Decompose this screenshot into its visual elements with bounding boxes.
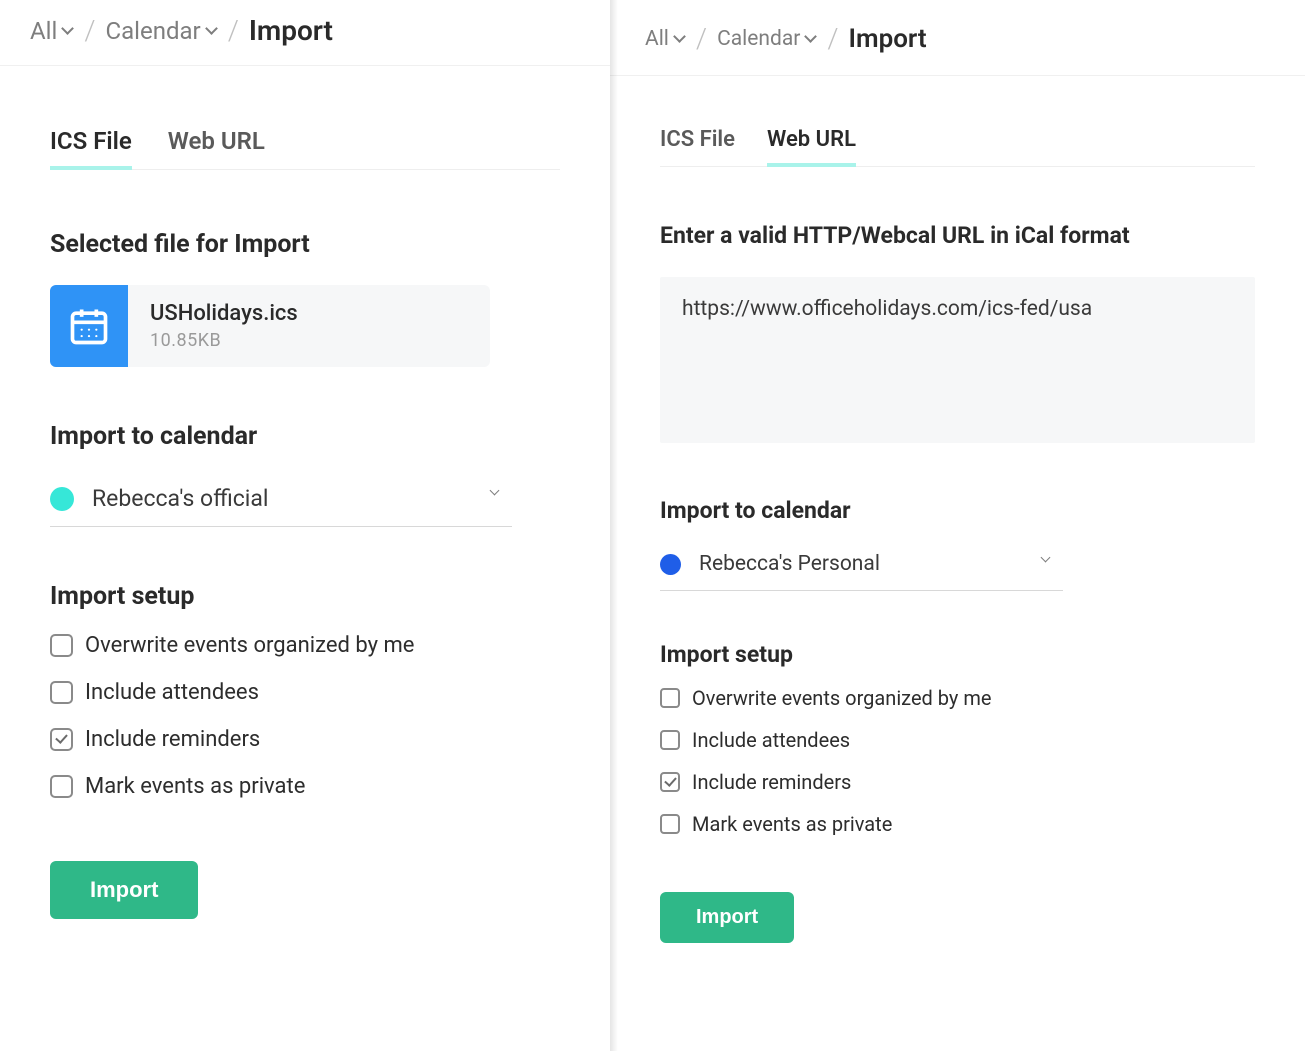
file-size: 10.85KB xyxy=(150,330,298,351)
option-label: Include reminders xyxy=(692,770,851,794)
option-label: Include attendees xyxy=(692,728,850,752)
breadcrumb-separator: / xyxy=(228,14,239,47)
calendar-select-label: Rebecca's official xyxy=(92,485,269,512)
option-private[interactable]: Mark events as private xyxy=(50,774,560,799)
import-setup-options: Overwrite events organized by me Include… xyxy=(50,633,560,799)
chevron-down-icon xyxy=(806,34,817,45)
tab-web-url[interactable]: Web URL xyxy=(767,121,856,166)
import-button[interactable]: Import xyxy=(660,892,794,943)
breadcrumb-current: Import xyxy=(249,14,333,47)
pane-divider-shadow xyxy=(610,0,618,1051)
option-reminders[interactable]: Include reminders xyxy=(50,727,560,752)
breadcrumb-root[interactable]: All xyxy=(30,17,74,45)
chevron-down-icon xyxy=(63,26,74,37)
tab-ics-file[interactable]: ICS File xyxy=(660,121,735,166)
breadcrumb-separator: / xyxy=(84,14,95,47)
webcal-url-input[interactable] xyxy=(660,277,1255,443)
breadcrumb-section[interactable]: Calendar xyxy=(717,27,817,51)
option-private[interactable]: Mark events as private xyxy=(660,812,1255,836)
option-label: Overwrite events organized by me xyxy=(85,633,414,658)
option-label: Include reminders xyxy=(85,727,260,752)
chevron-down-icon xyxy=(1042,556,1053,567)
calendar-select[interactable]: Rebecca's official xyxy=(50,479,512,527)
chevron-down-icon xyxy=(675,34,686,45)
import-pane-weburl: All / Calendar / Import ICS File Web URL… xyxy=(610,0,1305,1051)
import-tabs: ICS File Web URL xyxy=(50,121,560,170)
option-overwrite[interactable]: Overwrite events organized by me xyxy=(50,633,560,658)
import-tabs: ICS File Web URL xyxy=(660,121,1255,167)
import-to-calendar-heading: Import to calendar xyxy=(50,422,560,451)
option-label: Include attendees xyxy=(85,680,259,705)
breadcrumb-current: Import xyxy=(849,24,927,54)
breadcrumb-section-label: Calendar xyxy=(717,27,800,51)
breadcrumb-root[interactable]: All xyxy=(645,27,686,51)
import-pane-ics: All / Calendar / Import ICS File Web URL… xyxy=(0,0,610,1051)
checkbox-icon xyxy=(660,688,680,708)
selected-file-heading: Selected file for Import xyxy=(50,230,560,259)
calendar-color-dot xyxy=(660,554,681,575)
breadcrumb-section[interactable]: Calendar xyxy=(105,17,217,45)
import-button[interactable]: Import xyxy=(50,861,198,919)
breadcrumb-root-label: All xyxy=(645,27,669,51)
import-setup-options: Overwrite events organized by me Include… xyxy=(660,686,1255,836)
breadcrumb-separator: / xyxy=(827,22,838,55)
checkbox-icon xyxy=(50,728,73,751)
tab-ics-file[interactable]: ICS File xyxy=(50,121,132,169)
checkbox-icon xyxy=(50,775,73,798)
import-setup-heading: Import setup xyxy=(660,641,1255,668)
selected-file-row[interactable]: USHolidays.ics 10.85KB xyxy=(50,285,490,367)
import-to-calendar-heading: Import to calendar xyxy=(660,497,1255,524)
chevron-down-icon xyxy=(491,489,502,500)
calendar-select[interactable]: Rebecca's Personal xyxy=(660,546,1063,591)
checkbox-icon xyxy=(660,772,680,792)
option-label: Mark events as private xyxy=(85,774,305,799)
breadcrumb-separator: / xyxy=(696,22,707,55)
checkbox-icon xyxy=(50,634,73,657)
calendar-select-label: Rebecca's Personal xyxy=(699,552,880,576)
option-reminders[interactable]: Include reminders xyxy=(660,770,1255,794)
option-attendees[interactable]: Include attendees xyxy=(50,680,560,705)
file-name: USHolidays.ics xyxy=(150,301,298,326)
option-overwrite[interactable]: Overwrite events organized by me xyxy=(660,686,1255,710)
checkbox-icon xyxy=(50,681,73,704)
breadcrumb-root-label: All xyxy=(30,17,57,45)
chevron-down-icon xyxy=(207,26,218,37)
breadcrumb: All / Calendar / Import xyxy=(610,0,1305,76)
calendar-file-icon xyxy=(50,285,128,367)
option-label: Overwrite events organized by me xyxy=(692,686,991,710)
option-label: Mark events as private xyxy=(692,812,892,836)
breadcrumb-section-label: Calendar xyxy=(105,17,200,45)
checkbox-icon xyxy=(660,814,680,834)
option-attendees[interactable]: Include attendees xyxy=(660,728,1255,752)
checkbox-icon xyxy=(660,730,680,750)
breadcrumb: All / Calendar / Import xyxy=(0,0,610,66)
url-input-heading: Enter a valid HTTP/Webcal URL in iCal fo… xyxy=(660,222,1255,249)
calendar-color-dot xyxy=(50,487,74,511)
tab-web-url[interactable]: Web URL xyxy=(168,121,265,169)
file-meta: USHolidays.ics 10.85KB xyxy=(150,301,298,351)
import-setup-heading: Import setup xyxy=(50,582,560,611)
